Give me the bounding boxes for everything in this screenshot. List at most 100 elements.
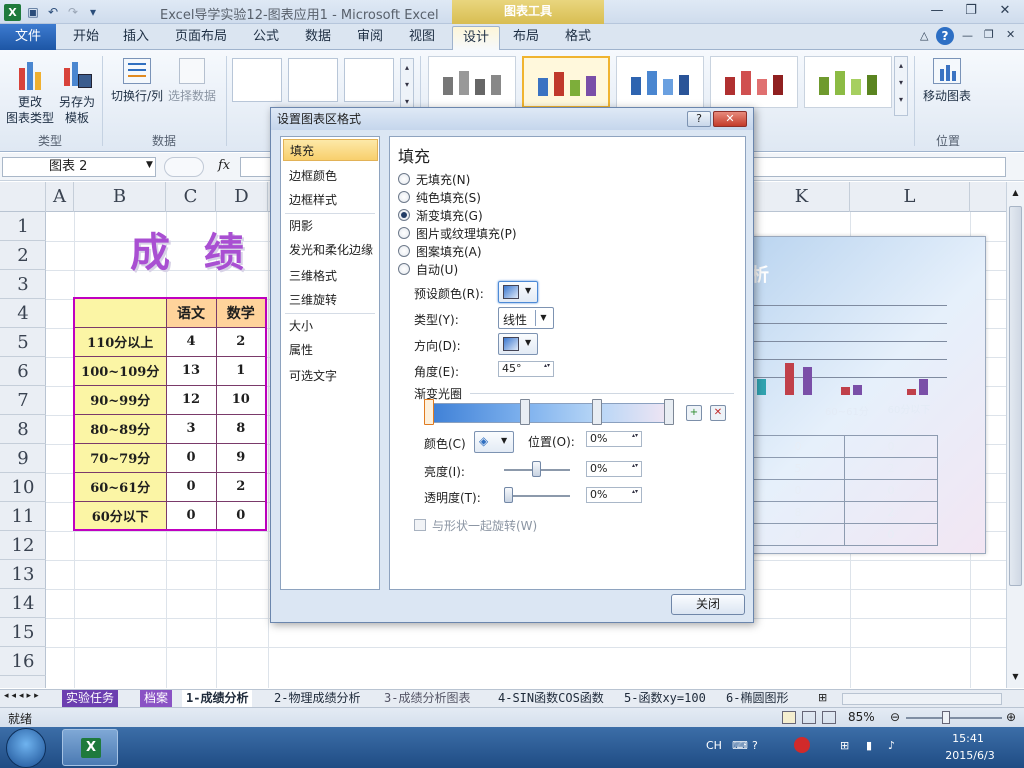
- tab-review[interactable]: 审阅: [348, 26, 392, 50]
- radio-label[interactable]: 自动(U): [416, 261, 458, 278]
- transparency-slider-thumb[interactable]: [504, 487, 513, 503]
- remove-gradient-stop-icon[interactable]: ✕: [710, 405, 726, 421]
- ribbon-restore-icon[interactable]: ❐: [984, 28, 994, 41]
- embedded-chart[interactable]: 析 60~61分 60分以下 00 52 00 82 00: [736, 236, 986, 554]
- table-row-label[interactable]: 70~79分: [73, 442, 167, 473]
- row-header[interactable]: 3: [0, 270, 46, 299]
- brightness-spinner[interactable]: 0%: [586, 461, 642, 477]
- clock-time[interactable]: 15:41: [940, 732, 996, 745]
- row-header[interactable]: 7: [0, 386, 46, 415]
- position-spinner[interactable]: 0%: [586, 431, 642, 447]
- redo-icon[interactable]: ↷: [65, 4, 81, 20]
- table-cell[interactable]: 0: [165, 442, 217, 473]
- zoom-slider-thumb[interactable]: [942, 711, 950, 724]
- customize-qat-icon[interactable]: ▾: [85, 4, 101, 20]
- save-icon[interactable]: ▣: [25, 4, 41, 20]
- chart-style-thumb-multicolor[interactable]: [522, 56, 610, 108]
- radio-label[interactable]: 无填充(N): [416, 171, 470, 188]
- radio-no-fill[interactable]: [398, 173, 410, 185]
- row-header[interactable]: 4: [0, 299, 46, 328]
- col-header-d[interactable]: D: [216, 182, 268, 212]
- chart-style-thumb-red[interactable]: [710, 56, 798, 108]
- help-tray-icon[interactable]: ?: [752, 739, 758, 752]
- chart-bar[interactable]: [853, 385, 862, 395]
- stop-color-dropdown[interactable]: ◈ ▼: [474, 431, 514, 453]
- table-cell[interactable]: 12: [165, 384, 217, 415]
- radio-label[interactable]: 纯色填充(S): [416, 189, 481, 206]
- table-cell[interactable]: 8: [215, 413, 267, 444]
- move-chart-button[interactable]: 移动图表: [918, 58, 976, 104]
- rotate-with-shape-checkbox[interactable]: [414, 519, 426, 531]
- table-cell[interactable]: 10: [215, 384, 267, 415]
- col-header-k[interactable]: K: [754, 182, 850, 212]
- radio-label[interactable]: 图案填充(A): [416, 243, 482, 260]
- clock-date[interactable]: 2015/6/3: [940, 749, 1000, 762]
- gradient-stop-3[interactable]: [592, 399, 602, 425]
- tab-file[interactable]: 文件: [0, 24, 56, 50]
- row-header[interactable]: 13: [0, 560, 46, 589]
- table-cell[interactable]: 0: [165, 500, 217, 531]
- nav-item-properties[interactable]: 属性: [283, 339, 378, 361]
- sheet-nav-arrows-icon[interactable]: ◂◂◂▸▸: [4, 691, 42, 701]
- nav-item-shadow[interactable]: 阴影: [283, 215, 378, 237]
- dialog-help-button[interactable]: ?: [687, 111, 711, 127]
- zoom-level[interactable]: 85%: [848, 710, 875, 724]
- chart-layout-thumb-1[interactable]: [232, 58, 282, 102]
- tab-formulas[interactable]: 公式: [244, 26, 288, 50]
- row-header[interactable]: 5: [0, 328, 46, 357]
- chart-bar[interactable]: [907, 389, 916, 395]
- table-row-label[interactable]: 110分以上: [73, 326, 167, 357]
- volume-icon[interactable]: ♪: [888, 739, 895, 752]
- dialog-title[interactable]: 设置图表区格式: [271, 108, 753, 130]
- chart-layout-thumb-2[interactable]: [288, 58, 338, 102]
- table-header-math[interactable]: 数学: [215, 297, 267, 328]
- zoom-slider[interactable]: [906, 717, 1002, 719]
- select-data-button[interactable]: 选择数据: [166, 58, 218, 104]
- row-header[interactable]: 11: [0, 502, 46, 531]
- chart-layout-thumb-3[interactable]: [344, 58, 394, 102]
- ribbon-min-icon[interactable]: —: [962, 29, 973, 42]
- excel-logo-icon[interactable]: X: [4, 3, 21, 21]
- new-sheet-icon[interactable]: ⊞: [818, 691, 827, 704]
- tab-format[interactable]: 格式: [556, 26, 600, 50]
- row-header[interactable]: 15: [0, 618, 46, 647]
- table-cell[interactable]: [73, 297, 167, 328]
- row-header[interactable]: 16: [0, 647, 46, 676]
- chart-bar[interactable]: [803, 367, 812, 395]
- angle-spinner[interactable]: 45°: [498, 361, 554, 377]
- gradient-stop-2[interactable]: [520, 399, 530, 425]
- transparency-spinner[interactable]: 0%: [586, 487, 642, 503]
- row-header[interactable]: 2: [0, 241, 46, 270]
- chart-style-thumb-blue[interactable]: [616, 56, 704, 108]
- nav-item-alt-text[interactable]: 可选文字: [283, 365, 378, 387]
- insert-function-icon[interactable]: fx: [218, 158, 230, 173]
- nav-item-3d-format[interactable]: 三维格式: [283, 265, 378, 287]
- table-row-label[interactable]: 60分以下: [73, 500, 167, 531]
- table-cell[interactable]: 0: [215, 500, 267, 531]
- radio-label[interactable]: 图片或纹理填充(P): [416, 225, 517, 242]
- sheet-tab[interactable]: 实验任务: [62, 690, 119, 707]
- row-header[interactable]: 9: [0, 444, 46, 473]
- dialog-close-button[interactable]: 关闭: [671, 594, 745, 615]
- style-gallery-scroll[interactable]: ▴ ▾ ▾: [894, 56, 908, 116]
- sheet-tab[interactable]: 档案: [140, 690, 173, 707]
- row-header[interactable]: 8: [0, 415, 46, 444]
- select-all-corner[interactable]: [0, 182, 46, 212]
- nav-item-fill[interactable]: 填充: [283, 139, 378, 161]
- type-dropdown[interactable]: 线性 ▼: [498, 307, 554, 329]
- horizontal-scrollbar[interactable]: [842, 693, 1002, 705]
- help-icon[interactable]: ?: [936, 27, 954, 45]
- ribbon-close-icon[interactable]: ✕: [1006, 28, 1015, 41]
- table-row-label[interactable]: 90~99分: [73, 384, 167, 415]
- chart-style-thumb-green[interactable]: [804, 56, 892, 108]
- keyboard-icon[interactable]: ⌨: [732, 739, 748, 752]
- gradient-stops-bar[interactable]: [428, 403, 672, 423]
- security-alert-icon[interactable]: [794, 737, 810, 753]
- chart-bar[interactable]: [785, 363, 794, 395]
- nav-item-3d-rotation[interactable]: 三维旋转: [283, 289, 378, 311]
- scroll-up-icon[interactable]: ▲: [1009, 188, 1022, 202]
- nav-item-glow-soft-edges[interactable]: 发光和柔化边缘: [283, 239, 378, 261]
- ribbon-collapse-icon[interactable]: △: [920, 29, 928, 42]
- chart-style-thumb-gray[interactable]: [428, 56, 516, 108]
- tab-view[interactable]: 视图: [400, 26, 444, 50]
